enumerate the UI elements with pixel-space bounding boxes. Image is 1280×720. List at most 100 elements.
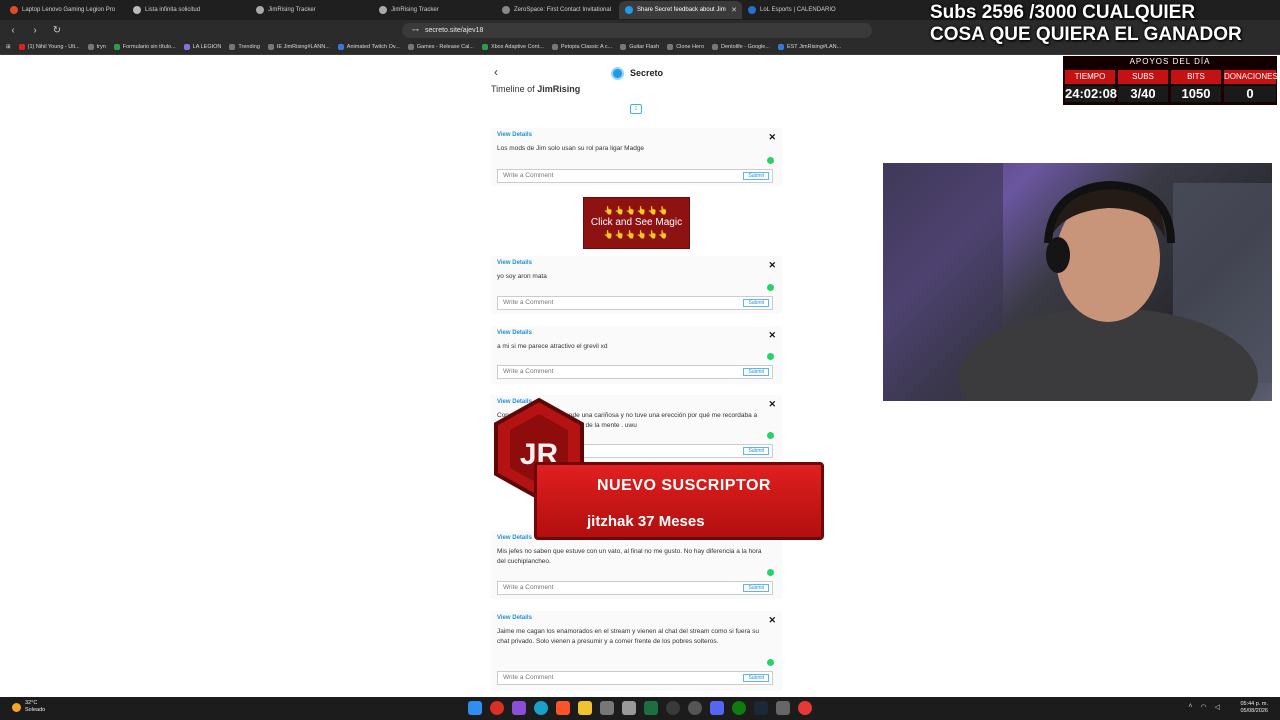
- post-message: Mis jefes no saben que estuve con un vat…: [497, 548, 762, 565]
- view-details-link[interactable]: View Details: [497, 132, 532, 138]
- bookmark-item[interactable]: IE JimRising#LANN...: [267, 44, 330, 50]
- bookmark-item[interactable]: LA LEGION: [183, 44, 221, 50]
- excel-icon[interactable]: [644, 701, 658, 715]
- site-info-icon[interactable]: ⊶: [412, 26, 419, 34]
- app-red-circle-icon[interactable]: [798, 701, 812, 715]
- bookmark-item[interactable]: tryn: [87, 44, 106, 50]
- bookmark-item[interactable]: Animated Twitch Ov...: [337, 44, 400, 50]
- xbox-icon[interactable]: [732, 701, 746, 715]
- tab-label: JimRising Tracker: [268, 7, 316, 13]
- taskbar-apps: [468, 701, 812, 715]
- whatsapp-share-icon[interactable]: [767, 569, 774, 576]
- tab-close-icon[interactable]: ✕: [731, 6, 737, 14]
- obs-icon[interactable]: [666, 701, 680, 715]
- bookmark-favicon-icon: [18, 44, 25, 50]
- discord-icon[interactable]: [710, 701, 724, 715]
- bookmark-item[interactable]: Formulario sin título...: [113, 44, 176, 50]
- media-player-icon[interactable]: [688, 701, 702, 715]
- submit-button[interactable]: Submit: [743, 172, 769, 180]
- back-arrow-icon[interactable]: ‹: [6, 25, 20, 36]
- browser-tab[interactable]: JimRising Tracker: [250, 1, 373, 19]
- edge-icon[interactable]: [534, 701, 548, 715]
- app-icon[interactable]: [622, 701, 636, 715]
- browser-tab[interactable]: ZeroSpace: First Contact Invitational: [496, 1, 619, 19]
- comment-input[interactable]: Write a Comment Submit: [497, 296, 773, 310]
- stat-value-time: 24:02:08: [1065, 86, 1118, 102]
- bookmark-item[interactable]: Xbox Adaptive Cont...: [481, 44, 544, 50]
- tab-label: Lista infinita solicitud: [145, 7, 201, 13]
- address-bar[interactable]: ⊶ secreto.site/ajev18: [402, 22, 872, 38]
- app-icon[interactable]: [776, 701, 790, 715]
- ad-banner[interactable]: 👆👆👆👆👆👆 Click and See Magic 👆👆👆👆👆👆: [583, 197, 690, 249]
- bookmark-item[interactable]: Dentolife - Google...: [712, 44, 770, 50]
- brave-icon[interactable]: [556, 701, 570, 715]
- whatsapp-share-icon[interactable]: [767, 353, 774, 360]
- stat-header-subs: SUBS: [1118, 70, 1168, 84]
- post-card: View Details ✕ Jaime me cagan los enamor…: [491, 611, 782, 691]
- back-chevron-icon[interactable]: ‹: [494, 65, 498, 79]
- bookmark-label: IE JimRising#LANN...: [276, 44, 330, 50]
- bookmark-label: Trending: [238, 44, 260, 50]
- close-icon[interactable]: ✕: [768, 330, 776, 341]
- bookmark-label: Xbox Adaptive Cont...: [490, 44, 544, 50]
- tab-label: ZeroSpace: First Contact Invitational: [514, 7, 612, 13]
- weather-widget[interactable]: 32°C Soleado: [12, 700, 45, 714]
- browser-tab[interactable]: Laptop Lenovo Gaming Legion Pro: [4, 1, 127, 19]
- forward-arrow-icon[interactable]: ›: [28, 25, 42, 36]
- stat-header-time: TIEMPO: [1065, 70, 1115, 84]
- stat-header-bits: BITS: [1171, 70, 1221, 84]
- whatsapp-share-icon[interactable]: [767, 157, 774, 164]
- bookmark-label: Dentolife - Google...: [721, 44, 770, 50]
- whatsapp-share-icon[interactable]: [767, 284, 774, 291]
- file-explorer-icon[interactable]: [578, 701, 592, 715]
- bookmark-item[interactable]: Trending: [229, 44, 260, 50]
- reload-icon[interactable]: ↻: [50, 25, 64, 36]
- close-icon[interactable]: ✕: [768, 615, 776, 626]
- bookmark-label: EST JimRising#LAN...: [786, 44, 842, 50]
- steam-icon[interactable]: [754, 701, 768, 715]
- submit-button[interactable]: Submit: [743, 368, 769, 376]
- comment-input[interactable]: Write a Comment Submit: [497, 169, 773, 183]
- tab-favicon-icon: [748, 6, 756, 14]
- bookmark-favicon-icon: [407, 44, 414, 50]
- bookmark-item[interactable]: (1) Nihil Young - Ult...: [18, 44, 80, 50]
- bookmark-item[interactable]: Clone Hero: [667, 44, 704, 50]
- app-gray-icon[interactable]: [600, 701, 614, 715]
- submit-button[interactable]: Submit: [743, 584, 769, 592]
- bookmark-label: Petopia Classic A c...: [560, 44, 613, 50]
- bookmark-label: Guitar Flash: [629, 44, 660, 50]
- close-icon[interactable]: ✕: [768, 260, 776, 271]
- comment-input[interactable]: Write a Comment Submit: [497, 365, 773, 379]
- bookmark-label: tryn: [96, 44, 106, 50]
- system-clock[interactable]: 05:44 p. m. 05/08/2026: [1240, 701, 1268, 715]
- bookmark-item[interactable]: Petopia Classic A c...: [551, 44, 613, 50]
- bookmark-item[interactable]: Games - Release Cal...: [407, 44, 474, 50]
- comment-input[interactable]: Write a Comment Submit: [497, 581, 773, 595]
- submit-button[interactable]: Submit: [743, 299, 769, 307]
- view-details-link[interactable]: View Details: [497, 615, 532, 621]
- view-details-link[interactable]: View Details: [497, 330, 532, 336]
- tab-favicon-icon: [502, 6, 510, 14]
- tab-favicon-icon: [379, 6, 387, 14]
- app-purple-icon[interactable]: [512, 701, 526, 715]
- chevron-up-icon[interactable]: ˄: [1188, 703, 1192, 711]
- bookmark-item[interactable]: EST JimRising#LAN...: [777, 44, 842, 50]
- close-icon[interactable]: ✕: [768, 132, 776, 143]
- browser-tab[interactable]: LoL Esports | CALENDARIO: [742, 1, 865, 19]
- app-red-icon[interactable]: [490, 701, 504, 715]
- browser-tab-active[interactable]: Share Secret feedback about Jim ✕: [619, 1, 742, 19]
- view-details-link[interactable]: View Details: [497, 260, 532, 266]
- volume-icon[interactable]: ◁: [1215, 703, 1220, 711]
- comment-input[interactable]: Write a Comment Submit: [497, 671, 773, 685]
- submit-button[interactable]: Submit: [743, 674, 769, 682]
- page-number-button[interactable]: 1: [630, 104, 642, 114]
- wifi-icon[interactable]: ◠: [1201, 703, 1207, 711]
- apps-grid-icon[interactable]: ⊞: [6, 44, 11, 50]
- bookmark-item[interactable]: Guitar Flash: [620, 44, 659, 50]
- whatsapp-share-icon[interactable]: [767, 659, 774, 666]
- browser-tab[interactable]: Lista infinita solicitud: [127, 1, 250, 19]
- start-icon[interactable]: [468, 701, 482, 715]
- daily-support-title: APOYOS DEL DÍA: [1063, 56, 1277, 68]
- browser-tab[interactable]: JimRising Tracker: [373, 1, 496, 19]
- timeline-user: JimRising: [537, 84, 581, 94]
